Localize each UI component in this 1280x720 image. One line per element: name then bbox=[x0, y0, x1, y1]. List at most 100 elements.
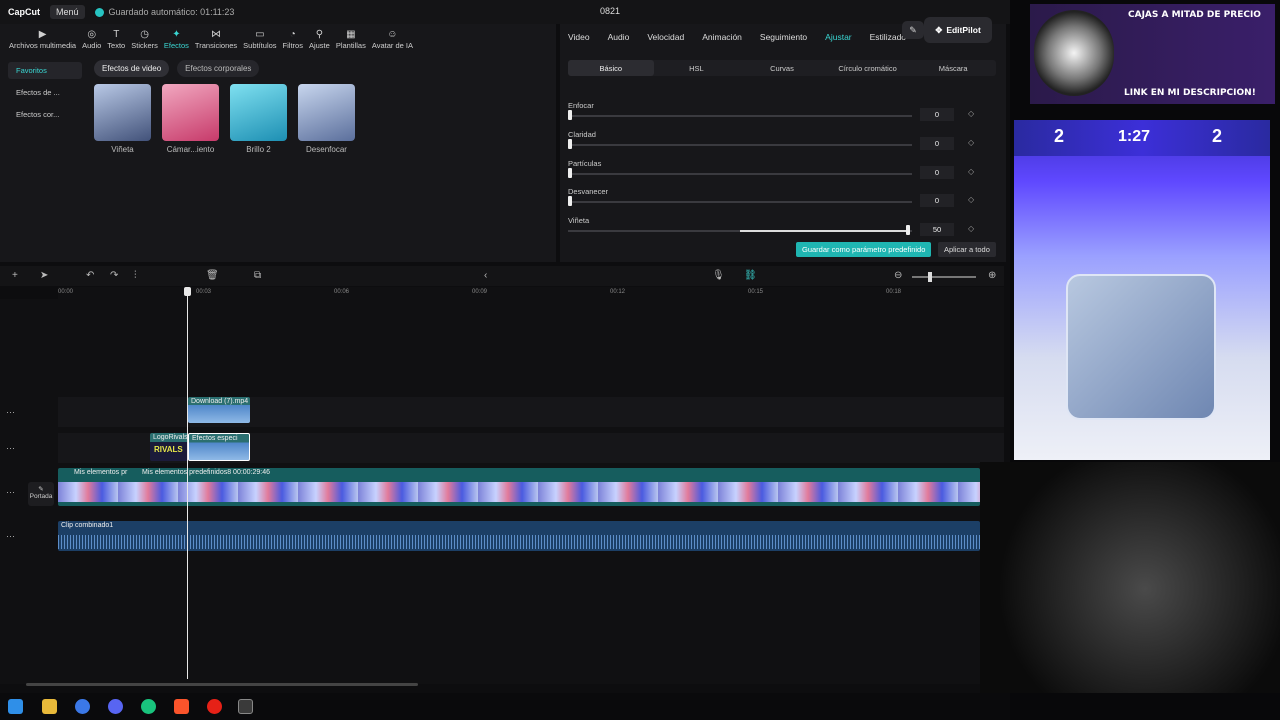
timeline-toolbar: + ➤ ↶ ↷ ⫶ 🗑 ⧉ ‹ 🎙 ⛓ ⊖ ⊕ bbox=[0, 266, 1004, 286]
effect-item[interactable]: Brillo 2 bbox=[230, 84, 287, 154]
slider-vignette[interactable]: Viñeta 50 ◇ bbox=[568, 214, 996, 236]
subtab-curves[interactable]: Curvas bbox=[739, 60, 825, 76]
effect-thumbnail bbox=[230, 84, 287, 141]
tab-adjust[interactable]: Ajustar bbox=[825, 32, 851, 42]
transition-icon: ⋈ bbox=[211, 29, 222, 40]
audio-track[interactable]: Clip combinado1 bbox=[58, 521, 980, 551]
youtube-icon[interactable] bbox=[207, 699, 222, 714]
effect-item[interactable]: Viñeta bbox=[94, 84, 151, 154]
apply-all-button[interactable]: Aplicar a todo bbox=[938, 242, 996, 257]
collapse-icon[interactable]: ‹ bbox=[484, 270, 487, 281]
tab-video-effects[interactable]: Efectos de video bbox=[94, 60, 170, 77]
slider-sharpen[interactable]: Enfocar 0 ◇ bbox=[568, 99, 996, 121]
pencil-icon: ✎ bbox=[38, 486, 44, 493]
file-explorer-icon[interactable] bbox=[42, 699, 57, 714]
time-ruler[interactable]: 00:00 00:03 00:06 00:09 00:12 00:15 00:1… bbox=[58, 287, 1004, 299]
slider-clarity[interactable]: Claridad 0 ◇ bbox=[568, 128, 996, 150]
sidebar-item-video-effects[interactable]: Efectos de ... bbox=[8, 84, 82, 101]
editpilot-button[interactable]: ✥ EditPilot bbox=[924, 17, 992, 43]
subtab-hsl[interactable]: HSL bbox=[654, 60, 740, 76]
tool-subtitles[interactable]: ▭ Subtítulos bbox=[240, 29, 279, 50]
audio-icon: ◎ bbox=[87, 29, 97, 40]
tool-media[interactable]: ▶ Archivos multimedia bbox=[6, 29, 79, 50]
add-icon[interactable]: + bbox=[12, 270, 18, 281]
value-field[interactable]: 0 bbox=[920, 108, 954, 121]
tab-video[interactable]: Video bbox=[568, 32, 590, 42]
microphone-icon[interactable]: 🎙 bbox=[712, 270, 725, 281]
split-icon[interactable]: ⫶ bbox=[134, 270, 137, 281]
tool-audio[interactable]: ◎ Audio bbox=[79, 29, 104, 50]
playhead[interactable] bbox=[187, 287, 188, 679]
project-title: 0821 bbox=[600, 6, 621, 16]
slider-particles[interactable]: Partículas 0 ◇ bbox=[568, 157, 996, 179]
tool-effects[interactable]: ✦ Efectos bbox=[161, 29, 192, 50]
value-field[interactable]: 50 bbox=[920, 223, 954, 236]
clip-logo[interactable]: LogoRivals RIVALS bbox=[150, 433, 188, 461]
tool-transitions[interactable]: ⋈ Transiciones bbox=[192, 29, 240, 50]
chrome-icon[interactable] bbox=[75, 699, 90, 714]
sidebar-item-body-effects[interactable]: Efectos cor... bbox=[8, 106, 82, 123]
tool-stickers[interactable]: ◷ Stickers bbox=[128, 29, 161, 50]
main-video-track[interactable]: Mis elementos pr Mis elementos predefini… bbox=[58, 468, 980, 506]
tool-filters[interactable]: ◔ Filtros bbox=[280, 29, 306, 50]
scope-view bbox=[1066, 274, 1216, 420]
discord-icon[interactable] bbox=[108, 699, 123, 714]
clip-effect[interactable]: Efectos especi bbox=[188, 433, 250, 461]
keyframe-icon[interactable]: ◇ bbox=[968, 167, 974, 176]
subtab-basic[interactable]: Básico bbox=[568, 60, 654, 76]
edit-icon[interactable]: ✎ bbox=[902, 21, 924, 39]
delete-icon[interactable]: 🗑 bbox=[206, 270, 219, 281]
zoom-in-icon[interactable]: ⊕ bbox=[988, 270, 996, 281]
effect-thumbnail bbox=[94, 84, 151, 141]
tab-stylize[interactable]: Estilizado bbox=[870, 32, 906, 42]
effect-item[interactable]: Cámar...iento bbox=[162, 84, 219, 154]
tool-ai-avatar[interactable]: ☺ Avatar de IA bbox=[369, 29, 416, 50]
tool-templates[interactable]: ▦ Plantillas bbox=[333, 29, 369, 50]
tab-tracking[interactable]: Seguimiento bbox=[760, 32, 807, 42]
tool-text[interactable]: T Texto bbox=[104, 29, 128, 50]
capcut-icon[interactable] bbox=[238, 699, 253, 714]
timeline-scrollbar[interactable] bbox=[26, 683, 418, 686]
undo-icon[interactable]: ↶ bbox=[86, 270, 94, 281]
sidebar-item-favorites[interactable]: Favoritos bbox=[8, 62, 82, 79]
windows-start-icon[interactable] bbox=[8, 699, 23, 714]
zoom-knob[interactable] bbox=[928, 272, 932, 282]
zoom-slider[interactable] bbox=[912, 276, 976, 278]
crop-icon[interactable]: ⧉ bbox=[254, 270, 261, 281]
redo-icon[interactable]: ↷ bbox=[110, 270, 118, 281]
keyframe-icon[interactable]: ◇ bbox=[968, 138, 974, 147]
select-tool-icon[interactable]: ➤ bbox=[40, 270, 48, 281]
zoom-out-icon[interactable]: ⊖ bbox=[894, 270, 902, 281]
text-icon: T bbox=[113, 29, 120, 40]
tab-animation[interactable]: Animación bbox=[702, 32, 742, 42]
tab-speed[interactable]: Velocidad bbox=[647, 32, 684, 42]
track-more-icon[interactable]: ⋯ bbox=[6, 443, 15, 454]
subtab-mask[interactable]: Máscara bbox=[910, 60, 996, 76]
chatgpt-icon[interactable] bbox=[141, 699, 156, 714]
keyframe-icon[interactable]: ◇ bbox=[968, 109, 974, 118]
value-field[interactable]: 0 bbox=[920, 194, 954, 207]
mascot-logo bbox=[1034, 10, 1114, 96]
cover-button[interactable]: ✎ Portada bbox=[28, 482, 54, 506]
track-more-icon[interactable]: ⋯ bbox=[6, 487, 15, 498]
track-more-icon[interactable]: ⋯ bbox=[6, 531, 15, 542]
brave-icon[interactable] bbox=[174, 699, 189, 714]
clip-download[interactable]: Download (7).mp4 bbox=[188, 397, 250, 423]
effect-item[interactable]: Desenfocar bbox=[298, 84, 355, 154]
subtab-color-wheel[interactable]: Círculo cromático bbox=[825, 60, 911, 76]
tab-body-effects[interactable]: Efectos corporales bbox=[177, 60, 260, 77]
keyframe-icon[interactable]: ◇ bbox=[968, 224, 974, 233]
slider-fade[interactable]: Desvanecer 0 ◇ bbox=[568, 185, 996, 207]
score-right: 2 bbox=[1212, 126, 1223, 146]
value-field[interactable]: 0 bbox=[920, 137, 954, 150]
save-preset-button[interactable]: Guardar como parámetro predefinido bbox=[796, 242, 932, 257]
menu-button[interactable]: Menú bbox=[50, 5, 85, 19]
playhead-handle[interactable] bbox=[184, 287, 191, 296]
value-field[interactable]: 0 bbox=[920, 166, 954, 179]
app-logo: CapCut bbox=[8, 7, 40, 17]
tool-adjust[interactable]: ⚲ Ajuste bbox=[306, 29, 333, 50]
link-icon[interactable]: ⛓ bbox=[744, 270, 757, 281]
tab-audio[interactable]: Audio bbox=[608, 32, 630, 42]
track-more-icon[interactable]: ⋯ bbox=[6, 407, 15, 418]
keyframe-icon[interactable]: ◇ bbox=[968, 195, 974, 204]
